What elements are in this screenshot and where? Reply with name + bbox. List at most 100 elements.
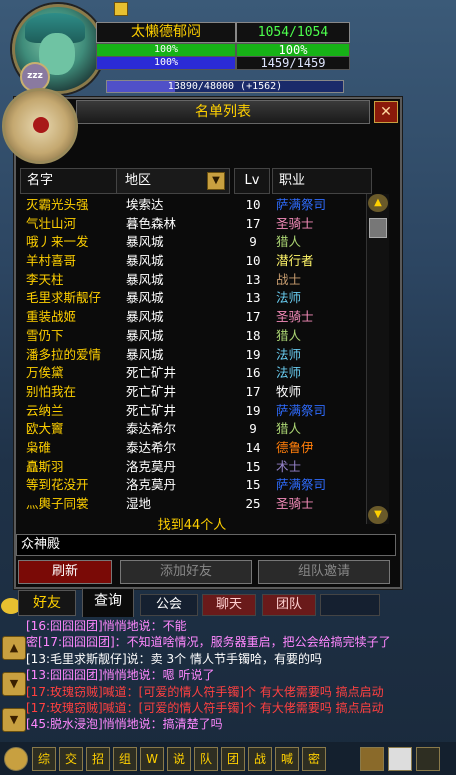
level-cell: 15 xyxy=(245,477,261,493)
column-header-level[interactable]: Lv xyxy=(234,168,270,194)
experience-fill xyxy=(107,81,176,92)
chat-message[interactable]: [16:囧囧囧团]悄悄地说：不能 xyxy=(26,618,456,634)
who-row[interactable]: 枭碓 泰达希尔 14 德鲁伊 xyxy=(22,439,362,458)
level-cell: 9 xyxy=(249,421,257,437)
player-name-cell: 灬輿子同裳 xyxy=(26,496,89,511)
scroll-icon xyxy=(2,88,78,164)
who-row[interactable]: 别怕我在 死亡矿井 17 牧师 xyxy=(22,383,362,402)
who-row[interactable]: 欧大竇 泰达希尔 9 猎人 xyxy=(22,420,362,439)
chat-scroll-up-button[interactable]: ▲ xyxy=(2,636,26,660)
channel-button[interactable]: 队 xyxy=(194,747,218,771)
tab-chat[interactable]: 聊天 xyxy=(202,594,256,616)
level-cell: 14 xyxy=(245,439,261,455)
scroll-up-button[interactable]: ▲ xyxy=(368,194,388,212)
channel-button[interactable]: W xyxy=(140,747,164,771)
scroll-down-button[interactable]: ▼ xyxy=(368,506,388,524)
player-name-cell: 雪仍下 xyxy=(26,327,64,343)
zone-cell: 洛克莫丹 xyxy=(126,458,177,474)
leader-icon xyxy=(114,2,128,16)
chat-scroll-down-button[interactable]: ▼ xyxy=(2,672,26,696)
experience-text: 13890/48000 (+1562) xyxy=(167,81,283,92)
class-cell: 法师 xyxy=(276,346,302,362)
channel-button[interactable]: 综 xyxy=(32,747,56,771)
player-name-cell: 灭霸光头强 xyxy=(26,197,89,212)
tab-team[interactable]: 团队 xyxy=(262,594,316,616)
speaker-icon[interactable] xyxy=(416,747,440,771)
chat-scroll-bottom-button[interactable]: ▼ xyxy=(2,708,26,732)
who-row[interactable]: 矗斯羽 洛克莫丹 15 术士 xyxy=(22,458,362,477)
level-cell: 19 xyxy=(245,346,261,362)
column-header-name[interactable]: 名字 xyxy=(20,168,122,194)
column-header-zone[interactable]: 地区 ▼ xyxy=(116,168,230,194)
dice-icon[interactable] xyxy=(388,747,412,771)
class-cell: 德鲁伊 xyxy=(276,439,314,455)
who-row[interactable]: 李天柱 暴风城 13 战士 xyxy=(22,271,362,290)
who-row[interactable]: 重装战姬 暴风城 17 圣骑士 xyxy=(22,308,362,327)
group-invite-button[interactable]: 组队邀请 xyxy=(258,560,390,584)
who-row[interactable]: 气壮山河 暮色森林 17 圣骑士 xyxy=(22,215,362,234)
health-bar: 100% xyxy=(96,43,236,57)
who-row[interactable]: 哦丿来一发 暴风城 9 猎人 xyxy=(22,233,362,252)
who-row[interactable]: 雪仍下 暴风城 18 猎人 xyxy=(22,327,362,346)
close-button[interactable]: ✕ xyxy=(374,101,398,123)
player-name-cell: 潘多拉的爱情 xyxy=(26,346,102,362)
who-row[interactable]: 万俟黛 死亡矿井 16 法师 xyxy=(22,364,362,383)
health-value-text: 1054/1054 xyxy=(236,22,350,43)
class-cell: 潜行者 xyxy=(276,253,314,269)
level-cell: 19 xyxy=(245,402,261,418)
tab-who[interactable]: 查询 xyxy=(82,588,134,617)
who-row[interactable]: 灬輿子同裳 湿地 25 圣骑士 xyxy=(22,495,362,514)
channel-button[interactable]: 团 xyxy=(221,747,245,771)
chat-message[interactable]: [45:脱水浸泡]悄悄地说：搞清楚了吗 xyxy=(26,716,456,732)
channel-button[interactable]: 战 xyxy=(248,747,272,771)
experience-bar: 13890/48000 (+1562) xyxy=(106,80,344,93)
list-scrollbar[interactable]: ▲ ▼ xyxy=(366,194,389,524)
chat-message[interactable]: [13:囧囧囧团]悄悄地说：嗯 听说了 xyxy=(26,667,456,683)
tab-friends[interactable]: 好友 xyxy=(18,590,76,616)
social-icon[interactable] xyxy=(360,747,384,771)
chat-message[interactable]: [17:玫瑰窃贼]喊道：[可爱的情人符手镯]个 有大佬需要吗 搞点启动 xyxy=(26,700,456,716)
channel-button[interactable]: 组 xyxy=(113,747,137,771)
chat-message[interactable]: [13:毛里求斯靓仔]说：卖 3个 情人节手镯哈，有要的吗 xyxy=(26,651,456,667)
tab-empty[interactable] xyxy=(320,594,380,616)
channel-button[interactable]: 说 xyxy=(167,747,191,771)
class-cell: 战士 xyxy=(276,271,302,287)
zone-cell: 暴风城 xyxy=(126,271,164,287)
results-count: 找到44个人 xyxy=(157,518,227,533)
who-row[interactable]: 毛里求斯靓仔 暴风城 13 法师 xyxy=(22,289,362,308)
who-row[interactable]: 等到花没开 洛克莫丹 15 萨满祭司 xyxy=(22,476,362,495)
level-cell: 15 xyxy=(245,458,261,474)
who-row[interactable]: 云纳兰 死亡矿井 19 萨满祭司 xyxy=(22,402,362,421)
scrollbar-thumb[interactable] xyxy=(369,218,387,238)
class-cell: 猎人 xyxy=(276,234,302,250)
add-friend-button[interactable]: 添加好友 xyxy=(120,560,252,584)
class-cell: 圣骑士 xyxy=(276,309,314,325)
chevron-down-icon[interactable]: ▼ xyxy=(207,172,225,190)
channel-button[interactable]: 交 xyxy=(59,747,83,771)
who-row[interactable]: 羊村喜哥 暴风城 10 潜行者 xyxy=(22,252,362,271)
who-row[interactable]: 灭霸光头强 埃索达 10 萨满祭司 xyxy=(22,196,362,215)
health-percent: 100% xyxy=(236,43,350,57)
player-name-cell: 重装战姬 xyxy=(26,309,77,325)
level-cell: 18 xyxy=(245,327,261,343)
class-cell: 法师 xyxy=(276,290,302,306)
level-cell: 25 xyxy=(245,496,261,511)
emote-icon[interactable] xyxy=(4,747,28,771)
zone-cell: 死亡矿井 xyxy=(126,383,177,399)
who-row[interactable]: 潘多拉的爱情 暴风城 19 法师 xyxy=(22,346,362,365)
refresh-button[interactable]: 刷新 xyxy=(18,560,112,584)
tab-guild[interactable]: 公会 xyxy=(140,594,198,616)
player-name[interactable]: 太懒德郁闷 xyxy=(96,22,236,43)
level-cell: 17 xyxy=(245,383,261,399)
channel-button[interactable]: 密 xyxy=(302,747,326,771)
zone-cell: 暴风城 xyxy=(126,234,164,250)
channel-button[interactable]: 喊 xyxy=(275,747,299,771)
channel-button[interactable]: 招 xyxy=(86,747,110,771)
chat-message[interactable]: 密[17:囧囧囧团]：不知道啥情况，服务器重启，把公会给搞完犊子了 xyxy=(26,634,456,650)
player-name-cell: 羊村喜哥 xyxy=(26,253,77,269)
who-search-input[interactable]: 众神殿 xyxy=(16,534,396,556)
class-cell: 猎人 xyxy=(276,327,302,343)
column-header-class[interactable]: 职业 xyxy=(272,168,372,194)
chat-message[interactable]: [17:玫瑰窃贼]喊道：[可爱的情人符手镯]个 有大佬需要吗 搞点启动 xyxy=(26,684,456,700)
class-cell: 萨满祭司 xyxy=(276,402,327,418)
